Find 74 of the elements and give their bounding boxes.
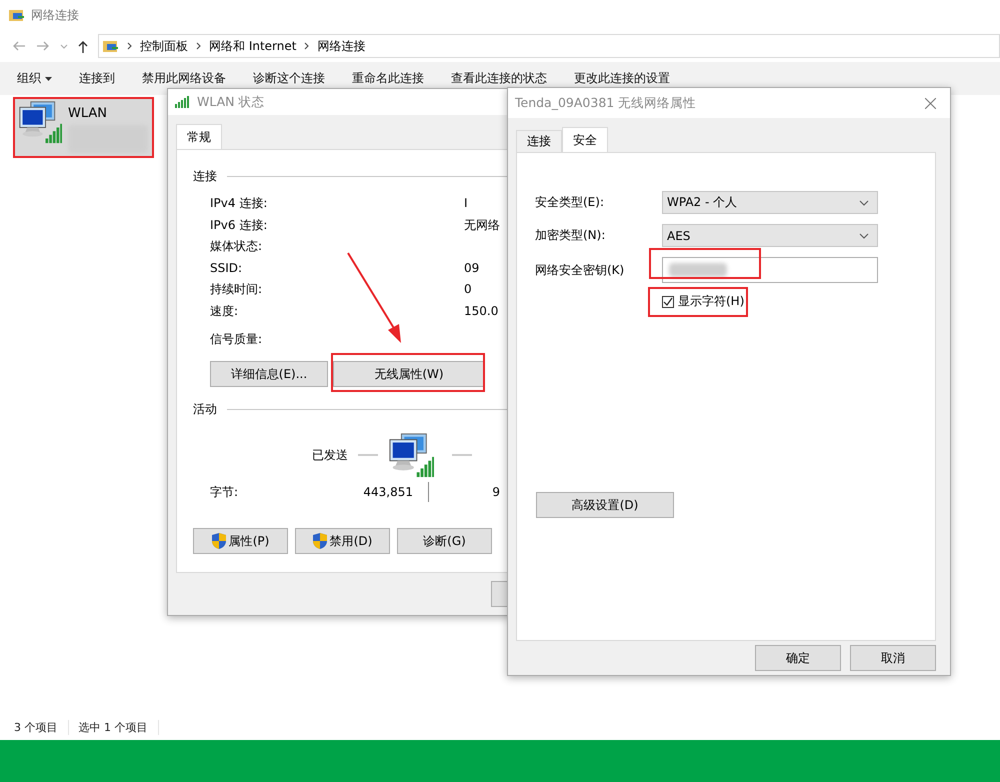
connection-item[interactable]: WLAN xyxy=(14,97,153,157)
breadcrumb-chevron-icon xyxy=(127,42,132,50)
field-value: 0 xyxy=(464,282,472,296)
field-label: 媒体状态: xyxy=(210,238,264,255)
breadcrumb-item[interactable]: 网络连接 xyxy=(317,38,366,54)
dialog-button[interactable]: 确定 xyxy=(755,645,841,671)
back-arrow-icon[interactable] xyxy=(12,41,26,51)
tab[interactable]: 连接 xyxy=(516,130,562,152)
dialog-button[interactable]: 禁用(D) xyxy=(295,528,390,554)
breadcrumb-item[interactable]: 网络和 Internet xyxy=(209,38,296,54)
status-text: 3 个项目 xyxy=(14,720,68,735)
checkbox[interactable] xyxy=(662,296,674,308)
group-label: 连接 xyxy=(193,168,217,185)
field-label: 加密类型(N): xyxy=(535,227,606,244)
advanced-button[interactable]: 高级设置(D) xyxy=(536,492,674,518)
field-value: I xyxy=(464,196,468,210)
group-label: 活动 xyxy=(193,401,217,418)
field-label: 持续时间: xyxy=(210,281,264,298)
network-folder-icon xyxy=(103,39,119,53)
field-value: 150.0 xyxy=(464,304,498,318)
chevron-down-icon xyxy=(859,200,869,206)
field-label: 速度: xyxy=(210,302,240,320)
breadcrumb-item[interactable]: 控制面板 xyxy=(140,38,188,54)
command-button[interactable]: 诊断这个连接 xyxy=(244,70,334,87)
sent-label: 已发送 xyxy=(312,446,348,464)
checkbox-label[interactable]: 显示字符(H) xyxy=(678,293,744,310)
dialog-title: Tenda_09A0381 无线网络属性 xyxy=(515,94,696,112)
key-field[interactable] xyxy=(662,257,878,283)
command-button[interactable]: 禁用此网络设备 xyxy=(133,70,235,87)
field-label: 字节: xyxy=(210,484,240,500)
field-value: 09 xyxy=(464,260,480,274)
command-button[interactable]: 查看此连接的状态 xyxy=(442,70,556,87)
tab[interactable]: 安全 xyxy=(562,127,608,153)
field-label: SSID: xyxy=(210,260,244,276)
field-label: 安全类型(E): xyxy=(535,194,605,211)
network-computer-icon xyxy=(388,432,434,478)
command-button[interactable]: 重命名此连接 xyxy=(343,70,433,87)
window-title: 网络连接 xyxy=(31,6,79,24)
bytes-received: 9 xyxy=(492,485,500,499)
forward-arrow-icon[interactable] xyxy=(36,41,50,51)
breadcrumb-chevron-icon xyxy=(196,42,201,50)
blurred-text xyxy=(669,263,727,277)
tab[interactable]: 常规 xyxy=(176,124,222,150)
address-bar[interactable]: 控制面板 网络和 Internet 网络连接 xyxy=(98,34,1000,58)
breadcrumb-chevron-icon xyxy=(304,42,310,50)
up-arrow-icon[interactable] xyxy=(78,40,88,52)
field-label: IPv6 连接: xyxy=(210,216,268,234)
dropdown[interactable]: WPA2 - 个人 xyxy=(662,191,878,214)
field-label: 网络安全密钥(K) xyxy=(535,262,626,278)
dropdown-triangle-icon xyxy=(45,76,52,80)
dropdown[interactable]: AES xyxy=(662,224,878,247)
command-button[interactable]: 连接到 xyxy=(70,70,124,87)
field-label: IPv4 连接: xyxy=(210,195,268,212)
close-icon[interactable] xyxy=(925,98,936,108)
wireless-properties-button[interactable]: 无线属性(W) xyxy=(333,361,485,387)
shield-icon xyxy=(312,533,327,549)
network-computer-icon xyxy=(18,100,62,144)
field-value: 无网络 xyxy=(464,218,500,232)
chevron-down-icon xyxy=(859,232,869,238)
command-button[interactable]: 组织 xyxy=(8,70,61,87)
details-button[interactable]: 详细信息(E)... xyxy=(210,361,328,387)
status-text: 选中 1 个项目 xyxy=(78,720,158,735)
recent-chevron-icon[interactable] xyxy=(60,44,68,48)
dialog-button[interactable]: 属性(P) xyxy=(193,528,288,554)
command-button[interactable]: 更改此连接的设置 xyxy=(565,70,679,87)
dialog-title: WLAN 状态 xyxy=(197,94,264,110)
bytes-sent: 443,851 xyxy=(362,485,413,499)
dialog-button[interactable]: 取消 xyxy=(850,645,936,671)
signal-bars-icon xyxy=(175,96,191,108)
dialog-button[interactable]: 诊断(G) xyxy=(397,528,492,554)
field-label: 信号质量: xyxy=(210,332,262,346)
network-folder-icon xyxy=(9,8,25,22)
shield-icon xyxy=(212,533,226,549)
connection-name: WLAN xyxy=(68,106,108,121)
